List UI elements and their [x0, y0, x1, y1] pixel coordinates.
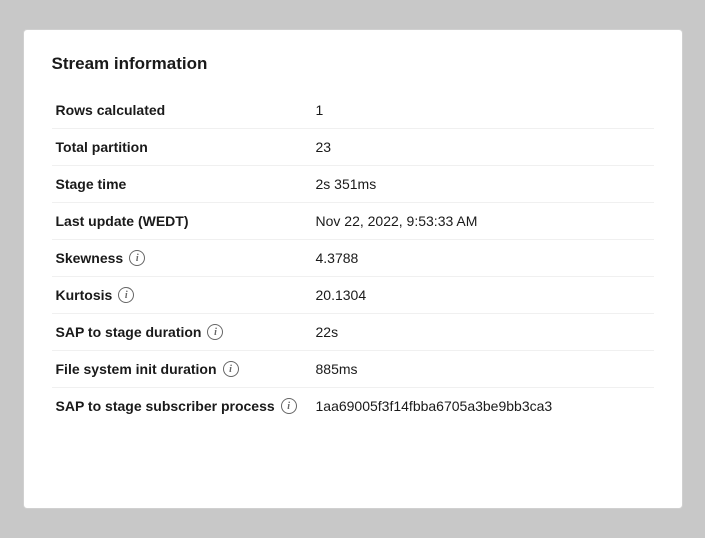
label-cell-sap-to-stage-duration: SAP to stage duration i	[52, 314, 312, 351]
table-row: SAP to stage subscriber process i 1aa69005…	[52, 388, 654, 425]
table-row: Last update (WEDT) Nov 22, 2022, 9:53:33 …	[52, 203, 654, 240]
info-icon[interactable]: i	[118, 287, 134, 303]
label-cell-skewness: Skewness i	[52, 240, 312, 277]
label-cell-stage-time: Stage time	[52, 166, 312, 203]
value-cell-file-system-init-duration: 885ms	[312, 351, 654, 388]
label-cell-sap-to-stage-subscriber-process: SAP to stage subscriber process i	[52, 388, 312, 425]
label-cell-last-update: Last update (WEDT)	[52, 203, 312, 240]
info-icon[interactable]: i	[207, 324, 223, 340]
table-row: SAP to stage duration i 22s	[52, 314, 654, 351]
label-text-total-partition: Total partition	[56, 139, 148, 155]
label-text-file-system-init-duration: File system init duration	[56, 361, 217, 377]
label-cell-file-system-init-duration: File system init duration i	[52, 351, 312, 388]
value-cell-total-partition: 23	[312, 129, 654, 166]
label-cell-total-partition: Total partition	[52, 129, 312, 166]
table-row: Rows calculated 1	[52, 92, 654, 129]
table-row: Stage time 2s 351ms	[52, 166, 654, 203]
value-cell-sap-to-stage-subscriber-process: 1aa69005f3f14fbba6705a3be9bb3ca3	[312, 388, 654, 425]
label-text-sap-to-stage-subscriber-process: SAP to stage subscriber process	[56, 398, 275, 414]
info-icon[interactable]: i	[281, 398, 297, 414]
label-text-rows-calculated: Rows calculated	[56, 102, 166, 118]
label-text-stage-time: Stage time	[56, 176, 127, 192]
info-icon[interactable]: i	[223, 361, 239, 377]
label-text-skewness: Skewness	[56, 250, 124, 266]
value-cell-rows-calculated: 1	[312, 92, 654, 129]
label-cell-kurtosis: Kurtosis i	[52, 277, 312, 314]
info-icon[interactable]: i	[129, 250, 145, 266]
value-cell-sap-to-stage-duration: 22s	[312, 314, 654, 351]
table-row: Kurtosis i 20.1304	[52, 277, 654, 314]
value-cell-kurtosis: 20.1304	[312, 277, 654, 314]
label-text-last-update: Last update (WEDT)	[56, 213, 189, 229]
info-table: Rows calculated1Total partition23Stage t…	[52, 92, 654, 424]
table-row: Skewness i 4.3788	[52, 240, 654, 277]
value-cell-skewness: 4.3788	[312, 240, 654, 277]
stream-information-card: Stream information Rows calculated1Total…	[23, 29, 683, 509]
card-title: Stream information	[52, 54, 654, 74]
label-text-sap-to-stage-duration: SAP to stage duration	[56, 324, 202, 340]
table-row: File system init duration i 885ms	[52, 351, 654, 388]
label-cell-rows-calculated: Rows calculated	[52, 92, 312, 129]
value-cell-last-update: Nov 22, 2022, 9:53:33 AM	[312, 203, 654, 240]
value-cell-stage-time: 2s 351ms	[312, 166, 654, 203]
table-row: Total partition 23	[52, 129, 654, 166]
label-text-kurtosis: Kurtosis	[56, 287, 113, 303]
